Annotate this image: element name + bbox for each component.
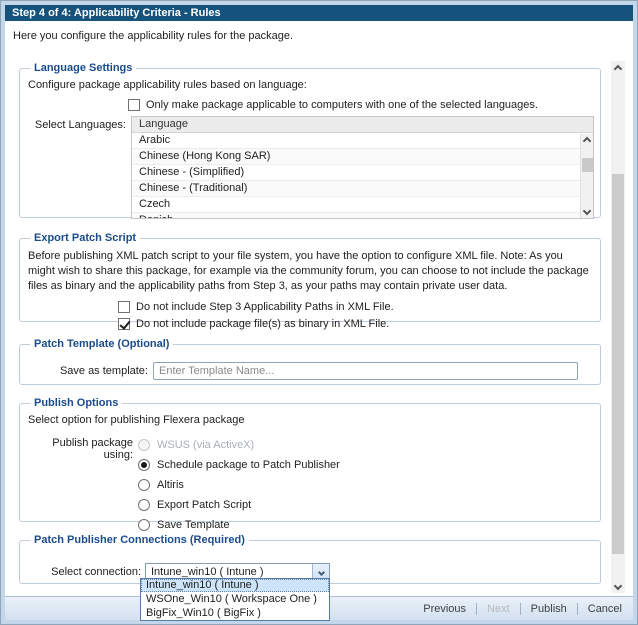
radio-export-patch-script-label: Export Patch Script bbox=[157, 499, 251, 511]
radio-altiris[interactable] bbox=[138, 479, 150, 491]
content-scrollbar-track[interactable] bbox=[611, 76, 625, 578]
language-list-item[interactable]: Arabic bbox=[132, 133, 593, 149]
connection-option[interactable]: Intune_win10 ( Intune ) bbox=[141, 579, 329, 592]
scroll-up-icon[interactable] bbox=[581, 134, 593, 148]
radio-patch-publisher[interactable] bbox=[138, 459, 150, 471]
publish-intro-text: Select option for publishing Flexera pac… bbox=[28, 414, 594, 426]
only-selected-languages-checkbox[interactable] bbox=[128, 99, 140, 111]
chevron-down-icon bbox=[317, 568, 324, 575]
publish-button[interactable]: Publish bbox=[530, 603, 568, 615]
template-name-input[interactable] bbox=[153, 362, 578, 380]
language-list-header[interactable]: Language bbox=[132, 117, 593, 133]
publish-using-label: Publish package using: bbox=[26, 435, 133, 461]
export-patch-script-group: Export Patch Script Before publishing XM… bbox=[19, 232, 601, 322]
previous-button[interactable]: Previous bbox=[422, 603, 467, 615]
language-list-item[interactable]: Chinese (Hong Kong SAR) bbox=[132, 149, 593, 165]
cancel-button[interactable]: Cancel bbox=[587, 603, 623, 615]
connection-dropdown-list: Intune_win10 ( Intune ) WSOne_Win10 ( Wo… bbox=[140, 578, 330, 621]
radio-wsus-label: WSUS (via ActiveX) bbox=[157, 439, 254, 451]
language-intro-text: Configure package applicability rules ba… bbox=[28, 79, 594, 91]
language-list-item[interactable]: Chinese - (Traditional) bbox=[132, 181, 593, 197]
wizard-content: Language Settings Configure package appl… bbox=[5, 58, 607, 596]
patch-template-group: Patch Template (Optional) Save as templa… bbox=[19, 338, 601, 385]
publish-options-group: Publish Options Select option for publis… bbox=[19, 397, 601, 522]
content-scroll-down-icon[interactable] bbox=[611, 578, 625, 593]
footer-separator bbox=[577, 603, 578, 615]
content-scrollbar[interactable] bbox=[611, 61, 625, 593]
scroll-down-icon[interactable] bbox=[581, 204, 593, 218]
publish-options-legend: Publish Options bbox=[30, 397, 122, 409]
footer-separator bbox=[520, 603, 521, 615]
connection-option[interactable]: WSOne_Win10 ( Workspace One ) bbox=[141, 593, 329, 606]
language-list-item[interactable]: Czech bbox=[132, 197, 593, 213]
language-list[interactable]: Language Arabic Chinese (Hong Kong SAR) … bbox=[131, 116, 594, 219]
export-description-text: Before publishing XML patch script to yo… bbox=[28, 249, 592, 294]
exclude-binary-label: Do not include package file(s) as binary… bbox=[136, 318, 389, 330]
radio-altiris-label: Altiris bbox=[157, 479, 184, 491]
connection-option[interactable]: BigFix_Win10 ( BigFix ) bbox=[141, 607, 329, 620]
wizard-subtitle: Here you configure the applicability rul… bbox=[5, 21, 633, 58]
export-patch-script-legend: Export Patch Script bbox=[30, 232, 140, 244]
language-settings-group: Language Settings Configure package appl… bbox=[19, 62, 601, 218]
window-title: Step 4 of 4: Applicability Criteria - Ru… bbox=[5, 5, 633, 21]
patch-template-legend: Patch Template (Optional) bbox=[30, 338, 173, 350]
exclude-step3-paths-label: Do not include Step 3 Applicability Path… bbox=[136, 301, 394, 313]
radio-save-template-label: Save Template bbox=[157, 519, 230, 531]
connections-legend: Patch Publisher Connections (Required) bbox=[30, 534, 249, 546]
footer-separator bbox=[476, 603, 477, 615]
radio-save-template[interactable] bbox=[138, 519, 150, 531]
only-selected-languages-label: Only make package applicable to computer… bbox=[146, 99, 538, 111]
language-list-item[interactable]: Chinese - (Simplified) bbox=[132, 165, 593, 181]
connections-group: Patch Publisher Connections (Required) S… bbox=[19, 534, 601, 584]
language-scrollbar-thumb[interactable] bbox=[582, 158, 593, 172]
wizard-window: Step 4 of 4: Applicability Criteria - Ru… bbox=[0, 0, 638, 625]
language-list-scrollbar[interactable] bbox=[580, 134, 593, 218]
next-button: Next bbox=[486, 603, 511, 615]
radio-patch-publisher-label: Schedule package to Patch Publisher bbox=[157, 459, 340, 471]
content-scroll-up-icon[interactable] bbox=[611, 61, 625, 76]
content-scrollbar-thumb[interactable] bbox=[612, 174, 624, 554]
exclude-step3-paths-checkbox[interactable] bbox=[118, 301, 130, 313]
radio-wsus bbox=[138, 439, 150, 451]
language-list-item[interactable]: Danish bbox=[132, 213, 593, 219]
select-connection-label: Select connection: bbox=[26, 566, 141, 578]
select-languages-label: Select Languages: bbox=[26, 116, 126, 131]
radio-export-patch-script[interactable] bbox=[138, 499, 150, 511]
exclude-binary-checkbox[interactable] bbox=[118, 318, 130, 330]
language-settings-legend: Language Settings bbox=[30, 62, 136, 74]
save-as-template-label: Save as template: bbox=[26, 365, 148, 377]
